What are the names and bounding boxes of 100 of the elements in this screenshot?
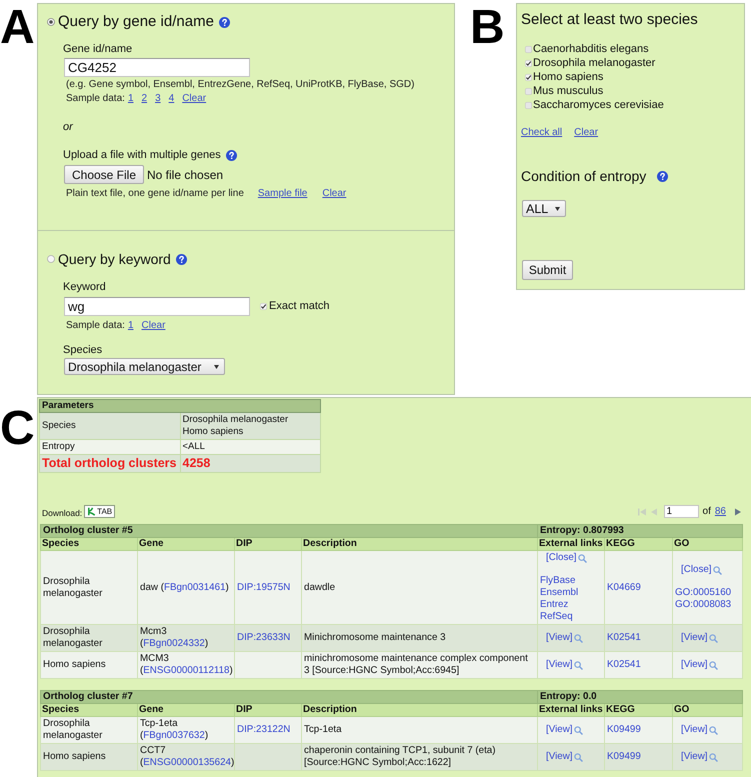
external-link[interactable]: FlyBase — [540, 575, 576, 587]
toggle-link[interactable]: [Close] — [546, 552, 577, 564]
toggle-link[interactable]: [View] — [546, 659, 573, 671]
gene-text: Tcp-1eta (FBgn0037632) — [140, 718, 208, 741]
clear-link[interactable]: Clear — [574, 126, 598, 140]
gene-id-link[interactable]: FBgn0037632 — [143, 730, 205, 741]
field-label: Species — [63, 343, 102, 358]
hint-text: (e.g. Gene symbol, Ensembl, EntrezGene, RefSeq, UniProtKB, FlyBase, SGD) — [65, 78, 414, 92]
download-button[interactable]: TAB — [84, 505, 116, 518]
magnifier-icon — [708, 660, 718, 670]
panel-title: Condition of entropy — [521, 167, 646, 185]
field-label: Gene id/name — [63, 42, 132, 57]
next-page-icon[interactable] — [734, 508, 742, 516]
toggle-link[interactable]: [Close] — [681, 564, 712, 576]
go-link[interactable]: GO:0008083 — [675, 599, 732, 611]
page-of-label: of — [702, 506, 711, 517]
check-all-link[interactable]: Check all — [521, 126, 562, 140]
magnifier-icon — [574, 726, 583, 734]
magnifier-icon — [578, 554, 587, 562]
cluster-title: Ortholog cluster #5 — [40, 524, 538, 538]
help-icon[interactable] — [176, 254, 187, 264]
toggle-link[interactable]: [View] — [681, 632, 708, 644]
section-title: Query by keyword — [58, 250, 171, 269]
field-label: Upload a file with multiple genes — [63, 148, 221, 163]
magnifier-icon — [708, 752, 718, 762]
magnifier-icon — [708, 634, 718, 642]
sample-link[interactable]: 1 — [128, 92, 134, 105]
sample-link[interactable]: 2 — [142, 92, 148, 105]
clear-link[interactable]: Clear — [182, 92, 206, 105]
entropy-value: Entropy: 0.807993 — [538, 524, 743, 538]
caret-icon — [555, 206, 560, 210]
sample-link[interactable]: 3 — [155, 92, 161, 105]
magnifier-icon — [708, 726, 718, 734]
species-option: Saccharomyces cerevisiae — [533, 99, 664, 111]
species-option: Caenorhabditis elegans — [533, 43, 649, 55]
gene-id-link[interactable]: ENSG00000135624 — [143, 757, 231, 768]
help-icon[interactable] — [218, 16, 230, 28]
or-text: or — [63, 120, 73, 135]
panel-label: C — [0, 411, 35, 447]
sample-file-link[interactable]: Sample file — [258, 187, 308, 200]
description-cell: minichromosome maintenance complex component 3 [Source:HGNC Symbol;Acc:6945] — [302, 652, 538, 678]
gene-text: daw (FBgn0031461) — [140, 582, 229, 592]
sample-link[interactable]: 4 — [168, 92, 174, 105]
toggle-link[interactable]: [View] — [546, 751, 573, 763]
external-link[interactable]: Ensembl — [540, 587, 578, 599]
sample-label: Sample data: — [66, 319, 125, 332]
gene-id-link[interactable]: FBgn0031461 — [164, 582, 226, 592]
submit-button[interactable]: Submit — [522, 260, 573, 280]
toggle-link[interactable]: [View] — [546, 724, 573, 736]
gene-text: Mcm3 (FBgn0024332) — [140, 626, 208, 649]
gene-id-field[interactable]: CG4252 — [64, 58, 250, 77]
gene-id-link[interactable]: ENSG00000112118 — [143, 665, 230, 676]
species-option: Mus musculus — [533, 85, 604, 97]
keyword-field[interactable]: wg — [64, 297, 250, 316]
radio-button[interactable] — [47, 255, 55, 263]
parameter-value: 4258 — [180, 454, 320, 472]
choose-file-button[interactable]: Choose File — [64, 165, 144, 184]
go-link[interactable]: GO:0005160 — [675, 587, 732, 599]
external-link[interactable]: RefSeq — [540, 611, 573, 623]
toggle-link[interactable]: [View] — [546, 632, 573, 644]
parameter-name: Total ortholog clusters — [40, 454, 180, 472]
gene-id-link[interactable]: FBgn0024332 — [143, 638, 205, 649]
field-label: Keyword — [63, 280, 106, 295]
toggle-link[interactable]: [View] — [681, 724, 708, 736]
toggle-link[interactable]: [View] — [681, 659, 708, 671]
clear-link[interactable]: Clear — [142, 319, 166, 332]
external-link[interactable]: Entrez — [540, 599, 568, 611]
magnifier-icon — [574, 660, 583, 670]
page-count-link[interactable]: 86 — [714, 506, 726, 517]
magnifier-icon — [574, 752, 583, 762]
sample-link[interactable]: 1 — [128, 319, 134, 332]
help-icon[interactable] — [657, 170, 668, 182]
toggle-link[interactable]: [View] — [681, 751, 708, 763]
species-select[interactable]: Drosophila melanogaster — [64, 358, 225, 375]
checkbox-label: Exact match — [269, 300, 330, 312]
page-field[interactable]: 1 — [664, 505, 699, 518]
description-cell: chaperonin containing TCP1, subunit 7 (eta) [Source:HGNC Symbol;Acc:1622] — [302, 744, 538, 770]
species-cell: Homo sapiens — [40, 744, 138, 770]
dip-link[interactable]: DIP:19575N — [237, 582, 290, 592]
entropy-select[interactable]: ALL — [522, 200, 566, 217]
magnifier-icon — [574, 634, 583, 642]
gene-text: CCT7 (ENSG00000135624) — [140, 745, 234, 768]
help-icon[interactable] — [226, 150, 237, 161]
cluster-title: Ortholog cluster #7 — [40, 690, 538, 704]
clear-link[interactable]: Clear — [322, 187, 346, 200]
checkbox[interactable] — [260, 302, 267, 310]
checkbox[interactable] — [525, 60, 532, 66]
panel-title: Select at least two species — [520, 10, 699, 29]
panel-label: B — [470, 10, 505, 46]
magnifier-icon — [712, 566, 722, 574]
section-title: Query by gene id/name — [58, 12, 214, 32]
species-option: Drosophila melanogaster — [533, 57, 656, 69]
hint-text: Plain text file, one gene id/name per line — [66, 187, 244, 200]
panel-label: A — [0, 10, 35, 46]
checkbox[interactable] — [525, 74, 532, 80]
radio-button[interactable] — [47, 18, 55, 26]
species-option: Homo sapiens — [533, 71, 604, 83]
kegg-link[interactable]: K04669 — [607, 582, 641, 592]
gene-text: MCM3 (ENSG00000112118) — [140, 653, 233, 676]
species-cell: Homo sapiens — [40, 652, 138, 678]
